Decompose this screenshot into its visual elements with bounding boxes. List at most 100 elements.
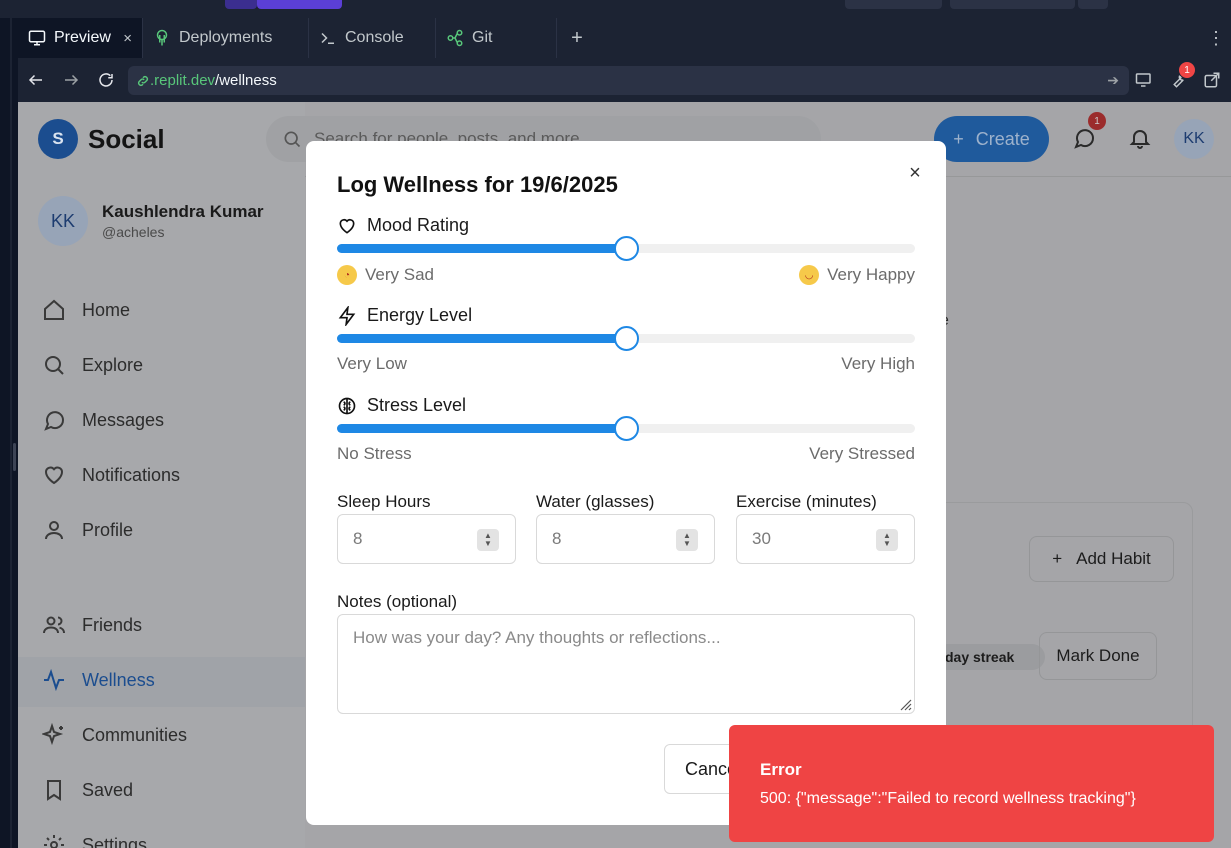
water-label: Water (glasses): [536, 492, 655, 511]
sleep-label: Sleep Hours: [337, 492, 431, 511]
sidebar-item-label: Settings: [82, 834, 148, 848]
new-tab-button[interactable]: +: [557, 18, 597, 58]
home-icon: [44, 299, 64, 320]
exercise-minutes-input[interactable]: 30 ▲ ▼: [736, 514, 915, 564]
slider-thumb[interactable]: [614, 326, 639, 351]
energy-low: Very Low: [337, 354, 407, 373]
sleep-hours-input[interactable]: 8 ▲ ▼: [337, 514, 516, 564]
resize-grip-icon[interactable]: [896, 695, 912, 711]
url-field[interactable]: .replit.dev/wellness ➔: [128, 66, 1129, 95]
stepper-icon[interactable]: ▲ ▼: [477, 529, 499, 551]
link-icon: [137, 75, 149, 86]
mood-label-text: Mood Rating: [367, 215, 470, 235]
tab-deployments[interactable]: Deployments: [143, 18, 309, 58]
happy-emoji-icon: ◡: [799, 265, 820, 285]
mood-low-label: Very Sad: [365, 265, 434, 284]
tab-label: Preview: [54, 29, 111, 46]
brain-icon: [338, 397, 356, 414]
terminal-icon: [321, 32, 334, 44]
sidebar-item-label: Communities: [82, 724, 188, 745]
messages-icon[interactable]: [1072, 126, 1096, 155]
sidebar-item-profile[interactable]: Profile: [42, 518, 133, 542]
brand-logo: S: [38, 119, 78, 159]
bell-icon[interactable]: [1128, 126, 1152, 155]
notes-placeholder: How was your day? Any thoughts or reflec…: [353, 628, 721, 647]
plus-icon: +: [1052, 549, 1063, 568]
create-label: Create: [975, 128, 1030, 149]
devtools-badge: 1: [1179, 62, 1195, 78]
slider-thumb[interactable]: [614, 236, 639, 261]
mood-high-label: Very Happy: [827, 265, 915, 284]
sparkles-icon: [42, 723, 64, 746]
resize-handle[interactable]: [13, 443, 16, 471]
stepper-icon[interactable]: ▲ ▼: [876, 529, 898, 551]
reload-button[interactable]: [88, 58, 123, 102]
mood-high: ◡ Very Happy: [799, 265, 915, 285]
stress-high: Very Stressed: [809, 444, 915, 463]
mood-label: Mood Rating: [337, 215, 469, 236]
external-link-icon[interactable]: [1201, 66, 1223, 94]
tab-label: Console: [345, 29, 404, 46]
close-icon[interactable]: ×: [123, 30, 132, 47]
sidebar-item-saved[interactable]: Saved: [42, 778, 133, 802]
profile-card[interactable]: KK Kaushlendra Kumar @acheles: [38, 196, 264, 246]
user-avatar[interactable]: KK: [1174, 119, 1214, 159]
tab-git[interactable]: Git: [436, 18, 557, 58]
exercise-value: 30: [752, 529, 771, 548]
tab-label: Deployments: [179, 29, 273, 46]
log-wellness-dialog: Log Wellness for 19/6/2025 × Mood Rating…: [306, 141, 946, 825]
energy-label: Energy Level: [337, 305, 472, 326]
tab-label: Git: [472, 29, 493, 46]
slider-thumb[interactable]: [614, 416, 639, 441]
avatar: KK: [38, 196, 88, 246]
sidebar: S Social KK Kaushlendra Kumar @acheles H…: [18, 102, 305, 848]
error-toast[interactable]: Error 500: {"message":"Failed to record …: [729, 725, 1214, 842]
create-button[interactable]: + Create: [934, 116, 1049, 162]
dialog-title: Log Wellness for 19/6/2025: [337, 172, 618, 197]
monitor-icon: [28, 30, 46, 46]
devtools-wrench-icon[interactable]: 1: [1167, 62, 1195, 94]
sidebar-item-settings[interactable]: Settings: [42, 833, 147, 848]
forward-button[interactable]: [53, 58, 88, 102]
devices-icon[interactable]: [1133, 66, 1155, 94]
user-icon: [45, 521, 63, 540]
notes-textarea[interactable]: How was your day? Any thoughts or reflec…: [337, 614, 915, 714]
url-domain: .replit.dev: [150, 72, 216, 89]
sidebar-item-label: Wellness: [82, 669, 155, 690]
water-glasses-input[interactable]: 8 ▲ ▼: [536, 514, 715, 564]
sidebar-item-home[interactable]: Home: [42, 298, 130, 322]
sidebar-item-communities[interactable]: Communities: [42, 723, 187, 747]
notes-label: Notes (optional): [337, 592, 458, 611]
sidebar-item-wellness[interactable]: Wellness: [42, 668, 155, 692]
sidebar-item-explore[interactable]: Explore: [42, 353, 143, 377]
brand[interactable]: S Social: [38, 119, 165, 159]
heart-icon: [339, 218, 355, 234]
stepper-icon[interactable]: ▲ ▼: [676, 529, 698, 551]
back-button[interactable]: [18, 58, 53, 102]
sad-emoji-icon: ◔: [337, 265, 357, 285]
go-arrow-icon[interactable]: ➔: [1107, 72, 1119, 89]
left-rail: [0, 18, 18, 848]
activity-icon: [44, 668, 64, 692]
arrow-right-icon: [64, 74, 78, 86]
toast-message: 500: {"message":"Failed to record wellne…: [760, 790, 1136, 807]
top-strip-pill: [225, 0, 257, 9]
more-menu-icon[interactable]: ⋮: [1201, 18, 1231, 58]
profile-handle: @acheles: [102, 224, 165, 240]
mark-done-button[interactable]: Mark Done: [1039, 632, 1157, 680]
energy-label-text: Energy Level: [367, 305, 473, 325]
workspace-tabbar: Preview × Deployments Console Git + ⋮: [18, 18, 1231, 58]
stress-slider[interactable]: [337, 416, 915, 441]
tab-console[interactable]: Console: [309, 18, 436, 58]
sidebar-item-friends[interactable]: Friends: [42, 613, 142, 637]
energy-slider[interactable]: [337, 326, 915, 351]
sidebar-item-label: Notifications: [82, 464, 181, 485]
add-habit-button[interactable]: + Add Habit: [1029, 536, 1174, 582]
close-icon[interactable]: ×: [904, 162, 926, 184]
mood-slider[interactable]: [337, 236, 915, 261]
tab-preview[interactable]: Preview ×: [18, 18, 143, 58]
top-strip-pill: [257, 0, 342, 9]
sidebar-item-messages[interactable]: Messages: [42, 408, 164, 432]
sidebar-item-label: Friends: [82, 614, 143, 635]
sidebar-item-notifications[interactable]: Notifications: [42, 463, 180, 487]
